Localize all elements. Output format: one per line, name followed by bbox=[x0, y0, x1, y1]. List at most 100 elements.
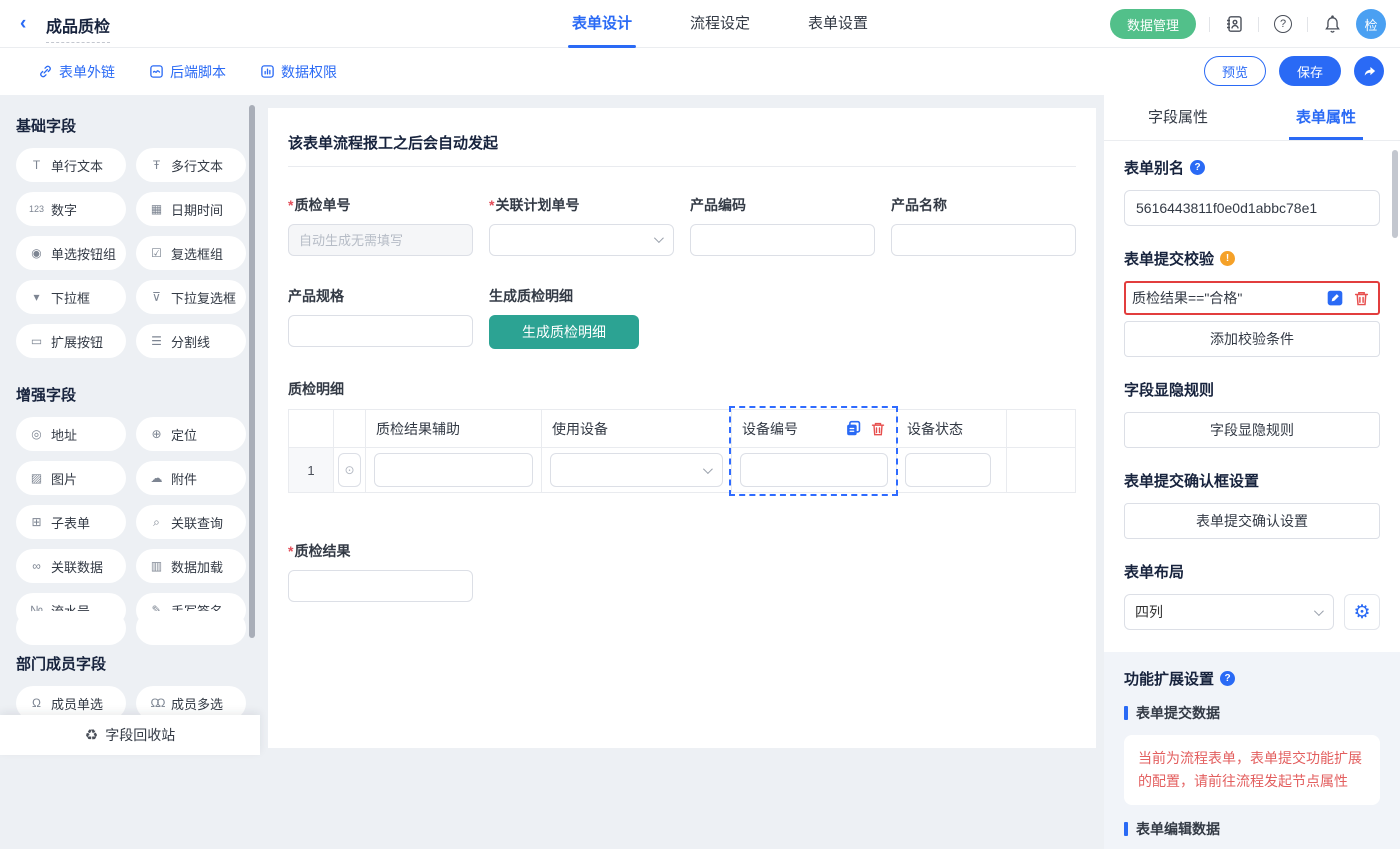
data-permission-link[interactable]: 数据权限 bbox=[260, 62, 337, 82]
section-marker bbox=[1124, 706, 1128, 720]
field-item-multi-dropdown[interactable]: ⊽下拉复选框 bbox=[136, 280, 246, 314]
required-marker: * bbox=[489, 197, 494, 213]
column-header-device-status[interactable]: 设备状态 bbox=[897, 410, 1006, 448]
tab-flow-setting[interactable]: 流程设定 bbox=[684, 0, 756, 48]
backend-script-link[interactable]: 后端脚本 bbox=[149, 62, 226, 82]
device-code-input[interactable] bbox=[740, 453, 888, 487]
device-used-select[interactable] bbox=[550, 453, 723, 487]
share-button[interactable] bbox=[1354, 56, 1384, 86]
product-name-input[interactable] bbox=[891, 224, 1076, 256]
cloud-upload-icon: ☁ bbox=[149, 471, 164, 485]
form-alias-input[interactable] bbox=[1124, 190, 1380, 226]
qc-detail-subtable: 1 ⊙ 质检结果辅助 使用设备 设备编号 bbox=[288, 409, 1076, 493]
add-validation-button[interactable]: 添加校验条件 bbox=[1124, 321, 1380, 357]
field-item-partial[interactable] bbox=[136, 611, 246, 645]
field-item-attachment[interactable]: ☁附件 bbox=[136, 461, 246, 495]
field-item-related-data[interactable]: ∞关联数据 bbox=[16, 549, 126, 583]
selected-column-device-code[interactable]: 设备编号 bbox=[732, 410, 897, 492]
edit-icon[interactable] bbox=[1326, 289, 1344, 307]
link-label: 表单外链 bbox=[59, 62, 115, 82]
share-arrow-icon bbox=[1362, 64, 1377, 79]
layout-select[interactable]: 四列 bbox=[1124, 594, 1334, 630]
field-item-divider[interactable]: ☰分割线 bbox=[136, 324, 246, 358]
field-item-related-query[interactable]: ⌕关联查询 bbox=[136, 505, 246, 539]
field-item-location[interactable]: ⊕定位 bbox=[136, 417, 246, 451]
link-label: 数据权限 bbox=[281, 62, 337, 82]
field-item-extend-button[interactable]: ▭扩展按钮 bbox=[16, 324, 126, 358]
row-expand-icon[interactable]: ⊙ bbox=[338, 453, 361, 487]
column-header-device-code[interactable]: 设备编号 bbox=[742, 419, 798, 439]
warning-badge-icon[interactable]: ! bbox=[1220, 251, 1235, 266]
form-alias-label: 表单别名 bbox=[1124, 157, 1184, 178]
form-toolbar: 表单外链 后端脚本 数据权限 预览 保存 bbox=[0, 48, 1400, 95]
submit-confirm-button[interactable]: 表单提交确认设置 bbox=[1124, 503, 1380, 539]
panel-scrollbar[interactable] bbox=[1392, 150, 1398, 238]
help-badge-icon[interactable]: ? bbox=[1190, 160, 1205, 175]
field-item-dropdown[interactable]: ▾下拉框 bbox=[16, 280, 126, 314]
field-product-name[interactable]: 产品名称 bbox=[891, 195, 1076, 256]
help-badge-icon[interactable]: ? bbox=[1220, 671, 1235, 686]
validation-rule-row[interactable]: 质检结果=="合格" bbox=[1124, 281, 1380, 315]
avatar[interactable]: 检 bbox=[1356, 9, 1386, 39]
field-item-multi-line-text[interactable]: Ŧ多行文本 bbox=[136, 148, 246, 182]
data-manage-button[interactable]: 数据管理 bbox=[1110, 9, 1196, 39]
qc-no-input[interactable] bbox=[288, 224, 473, 256]
person-icon: Ω bbox=[29, 696, 44, 710]
field-item-image[interactable]: ▨图片 bbox=[16, 461, 126, 495]
field-item-checkbox-group[interactable]: ☑复选框组 bbox=[136, 236, 246, 270]
back-icon[interactable]: ‹ bbox=[20, 13, 26, 35]
field-product-spec[interactable]: 产品规格 bbox=[288, 286, 473, 349]
product-spec-input[interactable] bbox=[288, 315, 473, 347]
qc-result-input[interactable] bbox=[288, 570, 473, 602]
submit-validation-label: 表单提交校验 bbox=[1124, 248, 1214, 269]
plan-no-select[interactable] bbox=[489, 224, 674, 256]
link-data-icon: ∞ bbox=[29, 559, 44, 573]
field-item-partial[interactable] bbox=[16, 611, 126, 645]
chevron-down-icon bbox=[703, 464, 713, 474]
column-header-qc-result-aux[interactable]: 质检结果辅助 bbox=[366, 410, 541, 448]
copy-icon[interactable] bbox=[845, 420, 862, 437]
contacts-book-icon[interactable] bbox=[1223, 13, 1245, 35]
column-header-device-used[interactable]: 使用设备 bbox=[542, 410, 731, 448]
form-external-link[interactable]: 表单外链 bbox=[38, 62, 115, 82]
field-generate-detail[interactable]: 生成质检明细 生成质检明细 bbox=[489, 286, 674, 349]
tab-form-design[interactable]: 表单设计 bbox=[566, 0, 638, 48]
subform-icon: ⊞ bbox=[29, 515, 44, 529]
help-icon[interactable]: ? bbox=[1272, 13, 1294, 35]
page-title[interactable]: 成品质检 bbox=[46, 13, 110, 43]
tab-field-properties[interactable]: 字段属性 bbox=[1104, 95, 1252, 140]
sidebar-scrollbar[interactable] bbox=[249, 105, 255, 638]
delete-column-icon[interactable] bbox=[870, 421, 886, 437]
tab-form-properties[interactable]: 表单属性 bbox=[1252, 95, 1400, 140]
field-product-code[interactable]: 产品编码 bbox=[690, 195, 875, 256]
notification-bell-icon[interactable] bbox=[1321, 13, 1343, 35]
device-status-input[interactable] bbox=[905, 453, 991, 487]
preview-button[interactable]: 预览 bbox=[1204, 56, 1266, 86]
product-code-input[interactable] bbox=[690, 224, 875, 256]
field-plan-no[interactable]: *关联计划单号 bbox=[489, 195, 674, 256]
field-qc-result[interactable]: *质检结果 bbox=[288, 541, 473, 602]
field-item-subform[interactable]: ⊞子表单 bbox=[16, 505, 126, 539]
field-qc-no[interactable]: *质检单号 bbox=[288, 195, 473, 256]
delete-rule-icon[interactable] bbox=[1353, 290, 1370, 307]
tab-form-setting[interactable]: 表单设置 bbox=[802, 0, 874, 48]
field-item-datetime[interactable]: ▦日期时间 bbox=[136, 192, 246, 226]
multi-line-text-icon: Ŧ bbox=[149, 158, 164, 172]
button-icon: ▭ bbox=[29, 334, 44, 348]
save-button[interactable]: 保存 bbox=[1279, 56, 1341, 86]
visibility-rule-button[interactable]: 字段显隐规则 bbox=[1124, 412, 1380, 448]
locate-icon: ⊕ bbox=[149, 427, 164, 441]
field-item-data-load[interactable]: ▥数据加载 bbox=[136, 549, 246, 583]
field-item-address[interactable]: ◎地址 bbox=[16, 417, 126, 451]
form-canvas: 该表单流程报工之后会自动发起 *质检单号 *关联计划单号 产品编码 产品名称 产… bbox=[268, 108, 1096, 748]
field-item-number[interactable]: 123数字 bbox=[16, 192, 126, 226]
people-icon: ΩΩ bbox=[149, 696, 164, 710]
field-item-single-line-text[interactable]: T单行文本 bbox=[16, 148, 126, 182]
field-recycle-bin[interactable]: ♻ 字段回收站 bbox=[0, 715, 260, 755]
field-item-radio-group[interactable]: ◉单选按钮组 bbox=[16, 236, 126, 270]
qc-result-aux-input[interactable] bbox=[374, 453, 533, 487]
recycle-icon: ♻ bbox=[85, 726, 98, 744]
generate-detail-button[interactable]: 生成质检明细 bbox=[489, 315, 639, 349]
layout-gear-button[interactable]: ⚙ bbox=[1344, 594, 1380, 630]
gear-icon: ⚙ bbox=[1353, 603, 1370, 622]
